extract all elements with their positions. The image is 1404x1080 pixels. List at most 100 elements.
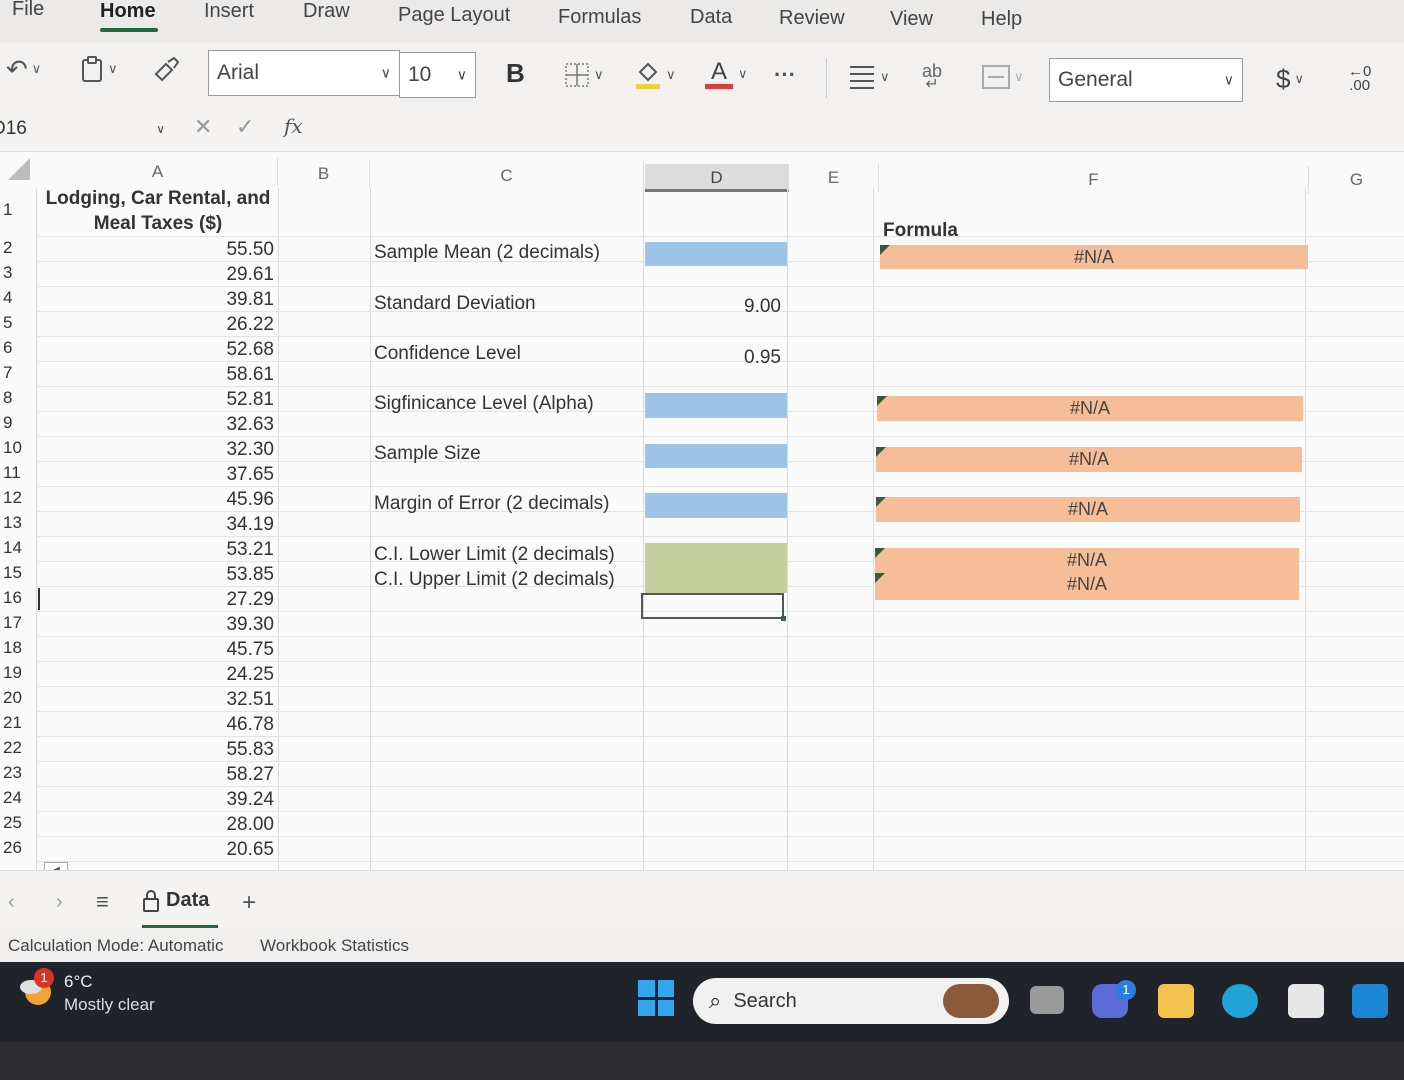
- decrease-decimal-button[interactable]: ←0.00: [1348, 62, 1371, 96]
- formula-result-sample-size[interactable]: #N/A: [876, 447, 1302, 472]
- name-box[interactable]: D16 ∨: [0, 112, 175, 146]
- data-cell[interactable]: 52.81: [38, 389, 278, 411]
- sample-size-cell[interactable]: [645, 444, 787, 468]
- data-cell[interactable]: 32.51: [38, 689, 278, 711]
- std-dev-cell[interactable]: 9.00: [645, 296, 785, 318]
- formula-result-ci-upper[interactable]: #N/A: [875, 572, 1299, 596]
- row-header[interactable]: 11: [0, 463, 36, 483]
- formula-header[interactable]: Formula: [883, 220, 958, 242]
- row-header[interactable]: 7: [0, 363, 36, 383]
- select-all-button[interactable]: [8, 158, 30, 180]
- column-header-g[interactable]: G: [1309, 166, 1404, 194]
- weather-description[interactable]: Mostly clear: [64, 995, 155, 1015]
- align-button[interactable]: ∨: [848, 62, 890, 92]
- active-cell-d16[interactable]: [641, 593, 786, 621]
- task-view-icon[interactable]: [1030, 986, 1064, 1014]
- row-header[interactable]: 13: [0, 513, 36, 533]
- data-cell[interactable]: 52.68: [38, 339, 278, 361]
- font-name-select[interactable]: Arial ∨: [208, 50, 400, 96]
- bold-button[interactable]: B: [506, 56, 525, 90]
- windows-start-icon[interactable]: [638, 980, 674, 1016]
- cancel-icon[interactable]: ✕: [194, 114, 212, 140]
- row-header[interactable]: 22: [0, 738, 36, 758]
- data-cell[interactable]: 58.61: [38, 364, 278, 386]
- row-header[interactable]: 19: [0, 663, 36, 683]
- workbook-statistics[interactable]: Workbook Statistics: [260, 936, 409, 956]
- wrap-text-button[interactable]: ab ↵: [922, 62, 942, 94]
- row-header[interactable]: 24: [0, 788, 36, 808]
- label-alpha[interactable]: Sigfinicance Level (Alpha): [374, 393, 594, 415]
- fill-color-button[interactable]: ∨: [634, 58, 676, 92]
- column-header-d[interactable]: D: [645, 164, 789, 192]
- worksheet-grid[interactable]: A B C D E F G 1 2 3 4 5 6 7 8 9 10 11 12…: [0, 152, 1404, 870]
- row-header[interactable]: 23: [0, 763, 36, 783]
- data-cell[interactable]: 24.25: [38, 664, 278, 686]
- row-header[interactable]: 12: [0, 488, 36, 508]
- row-header[interactable]: 4: [0, 288, 36, 308]
- row-header[interactable]: 10: [0, 438, 36, 458]
- font-size-select[interactable]: 10 ∨: [399, 52, 476, 98]
- row-header[interactable]: 15: [0, 563, 36, 583]
- row-header[interactable]: 26: [0, 838, 36, 858]
- more-options-button[interactable]: ···: [774, 60, 796, 90]
- data-cell[interactable]: 53.21: [38, 539, 278, 561]
- data-cell[interactable]: 39.24: [38, 789, 278, 811]
- confidence-cell[interactable]: 0.95: [645, 347, 785, 369]
- data-cell[interactable]: 45.75: [38, 639, 278, 661]
- row-header[interactable]: 2: [0, 238, 36, 258]
- data-cell[interactable]: 45.96: [38, 489, 278, 511]
- font-color-button[interactable]: A ∨: [704, 56, 748, 92]
- data-cell[interactable]: 39.81: [38, 289, 278, 311]
- label-sample-size[interactable]: Sample Size: [374, 443, 481, 465]
- data-cell[interactable]: 29.61: [38, 264, 278, 286]
- file-explorer-icon[interactable]: [1158, 984, 1194, 1018]
- row-header[interactable]: 20: [0, 688, 36, 708]
- formula-result-sample-mean[interactable]: #N/A: [880, 245, 1308, 269]
- margin-of-error-cell[interactable]: [645, 493, 787, 518]
- column-header-e[interactable]: E: [789, 164, 879, 192]
- format-painter-button[interactable]: [152, 52, 180, 86]
- calculation-mode[interactable]: Calculation Mode: Automatic: [8, 936, 223, 956]
- store-icon[interactable]: [1288, 984, 1324, 1018]
- label-confidence-level[interactable]: Confidence Level: [374, 343, 521, 365]
- ci-limits-cell[interactable]: [645, 543, 787, 593]
- add-sheet-button[interactable]: +: [242, 889, 256, 917]
- check-icon[interactable]: ✓: [236, 114, 254, 140]
- row-header[interactable]: 1: [0, 200, 36, 220]
- tab-draw[interactable]: Draw: [303, 0, 350, 23]
- data-cell[interactable]: 53.85: [38, 564, 278, 586]
- data-cell[interactable]: 27.29: [38, 589, 278, 611]
- data-cell[interactable]: 46.78: [38, 714, 278, 736]
- row-header[interactable]: 14: [0, 538, 36, 558]
- column-header-b[interactable]: B: [278, 160, 370, 188]
- label-margin-of-error[interactable]: Margin of Error (2 decimals): [374, 493, 609, 515]
- row-header[interactable]: 21: [0, 713, 36, 733]
- prev-sheet-icon[interactable]: ‹: [8, 891, 15, 914]
- column-header-f[interactable]: F: [879, 166, 1309, 194]
- label-sample-mean[interactable]: Sample Mean (2 decimals): [374, 242, 600, 264]
- sample-mean-cell[interactable]: [645, 242, 787, 266]
- tab-help[interactable]: Help: [981, 8, 1022, 31]
- tab-insert[interactable]: Insert: [204, 0, 254, 23]
- tab-review[interactable]: Review: [779, 7, 845, 30]
- tab-data[interactable]: Data: [690, 6, 732, 29]
- data-cell[interactable]: 58.27: [38, 764, 278, 786]
- data-cell[interactable]: 55.83: [38, 739, 278, 761]
- row-header[interactable]: 3: [0, 263, 36, 283]
- number-format-select[interactable]: General ∨: [1049, 58, 1243, 102]
- label-std-dev[interactable]: Standard Deviation: [374, 293, 536, 315]
- alpha-cell[interactable]: [645, 393, 787, 418]
- data-cell[interactable]: 39.30: [38, 614, 278, 636]
- column-header-c[interactable]: C: [370, 162, 644, 190]
- sheet-tab-data[interactable]: Data: [142, 889, 209, 912]
- data-cell[interactable]: 28.00: [38, 814, 278, 836]
- tab-file[interactable]: File: [12, 0, 44, 21]
- row-header[interactable]: 9: [0, 413, 36, 433]
- data-cell[interactable]: 37.65: [38, 464, 278, 486]
- tab-view[interactable]: View: [890, 8, 933, 31]
- formula-result-alpha[interactable]: #N/A: [877, 396, 1303, 421]
- all-sheets-menu-icon[interactable]: ≡: [96, 889, 109, 915]
- merge-button[interactable]: ∨: [982, 62, 1024, 92]
- row-header[interactable]: 25: [0, 813, 36, 833]
- formula-input[interactable]: [320, 112, 1400, 146]
